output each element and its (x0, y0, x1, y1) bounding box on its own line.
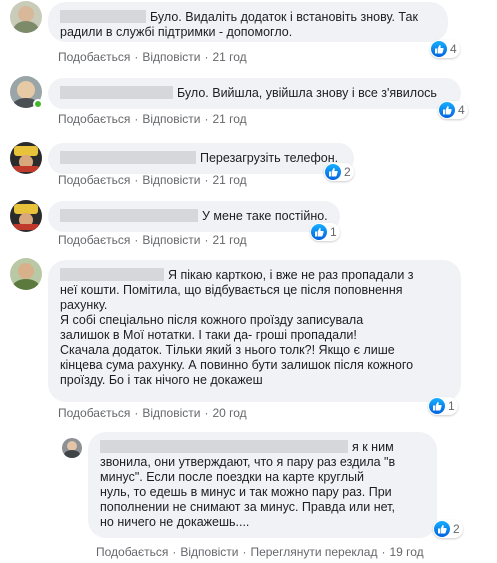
like-button[interactable]: Подобається (96, 545, 168, 559)
reaction-number: 1 (330, 225, 337, 239)
reply-button[interactable]: Відповісти (142, 233, 200, 247)
like-button[interactable]: Подобається (58, 233, 130, 247)
comment-text-first-line: я к ним (352, 440, 394, 454)
timestamp[interactable]: 21 год (212, 50, 246, 64)
comment-actions: Подобається · Відповісти · 20 год (58, 406, 247, 420)
redacted-author-name[interactable] (100, 440, 348, 453)
reply-button[interactable]: Відповісти (142, 50, 200, 64)
reaction-number: 4 (450, 42, 457, 56)
reaction-count[interactable]: 4 (430, 40, 460, 58)
comment-actions: Подобається · Відповісти · 21 год (58, 50, 247, 64)
redacted-author-name[interactable] (60, 268, 164, 281)
avatar[interactable] (62, 438, 82, 458)
comment-actions: Подобається · Відповісти · Переглянути перек… (96, 545, 424, 559)
like-icon (439, 102, 455, 118)
like-icon (431, 41, 447, 57)
timestamp[interactable]: 21 год (212, 233, 246, 247)
comment-actions: Подобається · Відповісти · 21 год (58, 233, 247, 247)
reaction-count[interactable]: 1 (428, 397, 458, 415)
timestamp[interactable]: 21 год (212, 173, 246, 187)
comment-text: Було. Вийшла, увійшла знову і все з'явил… (177, 86, 437, 100)
reply-button[interactable]: Відповісти (180, 545, 238, 559)
avatar[interactable] (10, 200, 42, 232)
like-icon (325, 164, 341, 180)
comment-actions: Подобається · Відповісти · 21 год (58, 173, 247, 187)
see-translation-button[interactable]: Переглянути переклад (250, 545, 377, 559)
reaction-count[interactable]: 4 (438, 101, 468, 119)
reaction-number: 1 (448, 399, 455, 413)
reaction-count[interactable]: 1 (310, 223, 340, 241)
reaction-count[interactable]: 2 (433, 520, 463, 538)
like-icon (429, 398, 445, 414)
reply-button[interactable]: Відповісти (142, 173, 200, 187)
timestamp[interactable]: 20 год (212, 406, 246, 420)
avatar[interactable] (10, 142, 42, 174)
redacted-author-name[interactable] (60, 209, 198, 222)
online-status-icon (33, 99, 43, 109)
like-button[interactable]: Подобається (58, 50, 130, 64)
redacted-author-name[interactable] (60, 151, 196, 164)
redacted-author-name[interactable] (60, 86, 173, 99)
comment-text: звонила, они утверждают, что я пару раз … (100, 455, 396, 529)
like-icon (434, 521, 450, 537)
avatar[interactable] (10, 258, 42, 290)
timestamp[interactable]: 19 год (389, 545, 423, 559)
reaction-number: 2 (344, 165, 351, 179)
reply-button[interactable]: Відповісти (142, 112, 200, 126)
reply-button[interactable]: Відповісти (142, 406, 200, 420)
like-button[interactable]: Подобається (58, 406, 130, 420)
like-icon (311, 224, 327, 240)
reaction-number: 2 (453, 522, 460, 536)
comment-text: неї кошти. Помітила, що відбувається це … (60, 283, 414, 387)
avatar[interactable] (10, 1, 42, 33)
like-button[interactable]: Подобається (58, 112, 130, 126)
comment-text-first-line: Я пікаю карткою, і вже не раз пропадали … (168, 268, 414, 282)
comment-bubble: Перезагрузіть телефон. (48, 143, 354, 174)
comment-bubble: Я пікаю карткою, і вже не раз пропадали … (48, 260, 461, 402)
reaction-number: 4 (458, 103, 465, 117)
like-button[interactable]: Подобається (58, 173, 130, 187)
comment-bubble: Було. Видаліть додаток і встановіть знов… (48, 2, 448, 42)
comment-bubble: я к ним звонила, они утверждают, что я па… (88, 432, 437, 538)
redacted-author-name[interactable] (60, 10, 146, 23)
comment-bubble: Було. Вийшла, увійшла знову і все з'явил… (48, 78, 461, 109)
reaction-count[interactable]: 2 (324, 163, 354, 181)
comment-text: Перезагрузіть телефон. (200, 151, 339, 165)
comment-bubble: У мене таке постійно. (48, 201, 340, 232)
comment-text: У мене таке постійно. (202, 209, 328, 223)
timestamp[interactable]: 21 год (212, 112, 246, 126)
comment-actions: Подобається · Відповісти · 21 год (58, 112, 247, 126)
